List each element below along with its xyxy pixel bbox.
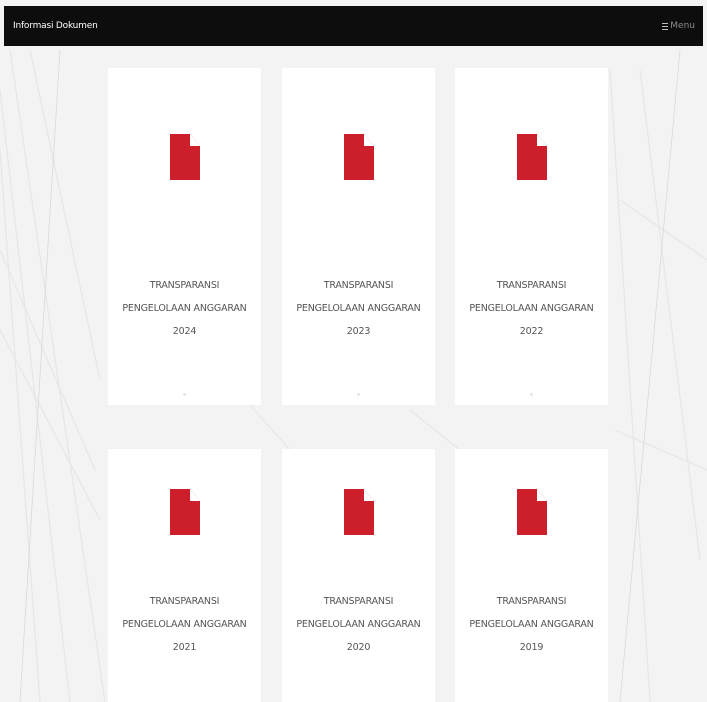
document-icon — [170, 489, 200, 535]
card-title-line2: PENGELOLAAN ANGGARAN — [122, 303, 247, 314]
page-title: Informasi Dokumen — [13, 21, 98, 31]
hamburger-menu-icon — [662, 22, 669, 30]
card-year: 2022 — [519, 326, 544, 337]
card-indicator-dot — [530, 393, 533, 396]
card-title-line2: PENGELOLAAN ANGGARAN — [469, 619, 594, 630]
card-year: 2023 — [346, 326, 371, 337]
card-year: 2019 — [519, 642, 544, 653]
document-icon — [170, 134, 200, 180]
document-icon — [344, 134, 374, 180]
document-card-title: TRANSPARANSI PENGELOLAAN ANGGARAN 2022 — [455, 274, 608, 343]
document-card-2019[interactable]: TRANSPARANSI PENGELOLAAN ANGGARAN 2019 — [455, 449, 608, 702]
document-card-2021[interactable]: TRANSPARANSI PENGELOLAAN ANGGARAN 2021 — [108, 449, 261, 702]
card-title-line2: PENGELOLAAN ANGGARAN — [296, 619, 421, 630]
card-title-line2: PENGELOLAAN ANGGARAN — [296, 303, 421, 314]
menu-button[interactable]: Menu — [662, 21, 695, 31]
card-year: 2024 — [172, 326, 197, 337]
card-indicator-dot — [357, 393, 360, 396]
document-card-2023[interactable]: TRANSPARANSI PENGELOLAAN ANGGARAN 2023 — [282, 68, 435, 405]
document-card-title: TRANSPARANSI PENGELOLAAN ANGGARAN 2020 — [282, 590, 435, 659]
document-card-title: TRANSPARANSI PENGELOLAAN ANGGARAN 2023 — [282, 274, 435, 343]
document-card-2020[interactable]: TRANSPARANSI PENGELOLAAN ANGGARAN 2020 — [282, 449, 435, 702]
menu-label: Menu — [670, 21, 695, 31]
document-icon — [517, 134, 547, 180]
document-card-2022[interactable]: TRANSPARANSI PENGELOLAAN ANGGARAN 2022 — [455, 68, 608, 405]
card-year: 2021 — [172, 642, 197, 653]
document-icon — [344, 489, 374, 535]
document-card-title: TRANSPARANSI PENGELOLAAN ANGGARAN 2024 — [108, 274, 261, 343]
card-title-line1: TRANSPARANSI — [149, 280, 220, 291]
card-title-line2: PENGELOLAAN ANGGARAN — [122, 619, 247, 630]
card-title-line1: TRANSPARANSI — [323, 280, 394, 291]
card-title-line2: PENGELOLAAN ANGGARAN — [469, 303, 594, 314]
card-title-line1: TRANSPARANSI — [149, 596, 220, 607]
document-card-title: TRANSPARANSI PENGELOLAAN ANGGARAN 2019 — [455, 590, 608, 659]
document-icon — [517, 489, 547, 535]
card-title-line1: TRANSPARANSI — [496, 280, 567, 291]
card-title-line1: TRANSPARANSI — [496, 596, 567, 607]
card-title-line1: TRANSPARANSI — [323, 596, 394, 607]
document-card-title: TRANSPARANSI PENGELOLAAN ANGGARAN 2021 — [108, 590, 261, 659]
card-indicator-dot — [183, 393, 186, 396]
document-card-2024[interactable]: TRANSPARANSI PENGELOLAAN ANGGARAN 2024 — [108, 68, 261, 405]
top-navigation-bar: Informasi Dokumen Menu — [4, 6, 703, 46]
card-year: 2020 — [346, 642, 371, 653]
